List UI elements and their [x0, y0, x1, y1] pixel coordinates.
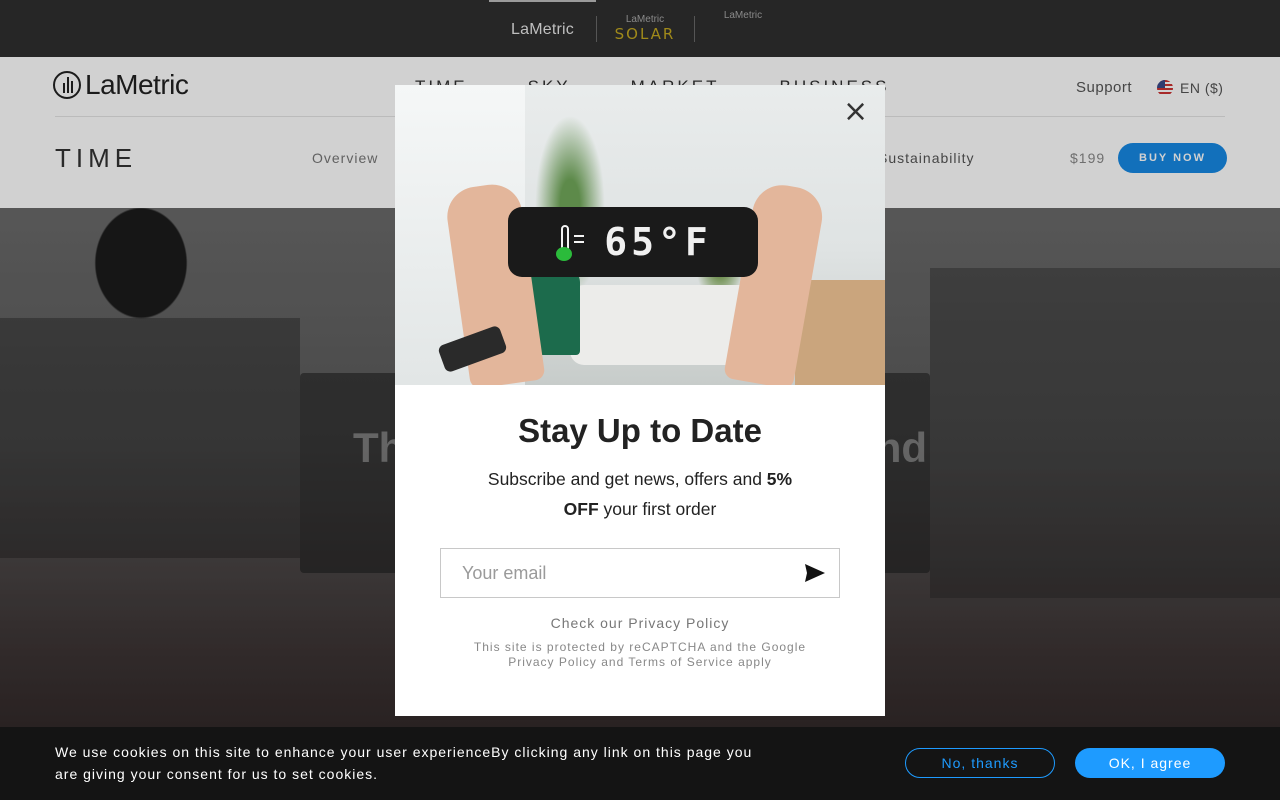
brand-tab-lametric[interactable]: LaMetric [489, 0, 596, 57]
email-field [440, 548, 840, 598]
lametric-device: 65°F [508, 207, 758, 277]
send-icon[interactable] [791, 549, 839, 597]
brand-bar: LaMetric LaMetric SOLAR LaMetric [0, 0, 1280, 57]
modal-description: Subscribe and get news, offers and 5% OF… [487, 469, 793, 519]
no-thanks-button[interactable]: No, thanks [905, 748, 1055, 778]
close-icon[interactable]: × [843, 97, 868, 127]
brand-tab-sublabel: SOLAR [614, 25, 676, 43]
brand-tab-label: LaMetric [723, 10, 763, 21]
brand-tab-label: LaMetric [511, 20, 574, 38]
cookie-text: We use cookies on this site to enhance y… [55, 744, 753, 782]
brand-tab-label: LaMetric [625, 14, 665, 25]
brand-tab-solar[interactable]: LaMetric SOLAR [596, 0, 694, 57]
modal-title: Stay Up to Date [518, 412, 762, 449]
modal-hero-image: 65°F × [395, 85, 885, 385]
device-temperature: 65°F [604, 220, 712, 264]
brand-tab-other[interactable]: LaMetric [694, 0, 792, 57]
cookie-banner: We use cookies on this site to enhance y… [0, 727, 1280, 800]
privacy-policy-link[interactable]: Check our Privacy Policy [395, 615, 885, 631]
subscribe-modal: 65°F × Stay Up to Date Subscribe and get… [395, 85, 885, 716]
recaptcha-notice: This site is protected by reCAPTCHA and … [473, 640, 807, 669]
thermometer-icon [554, 221, 585, 263]
email-input[interactable] [441, 549, 791, 597]
ok-agree-button[interactable]: OK, I agree [1075, 748, 1225, 778]
